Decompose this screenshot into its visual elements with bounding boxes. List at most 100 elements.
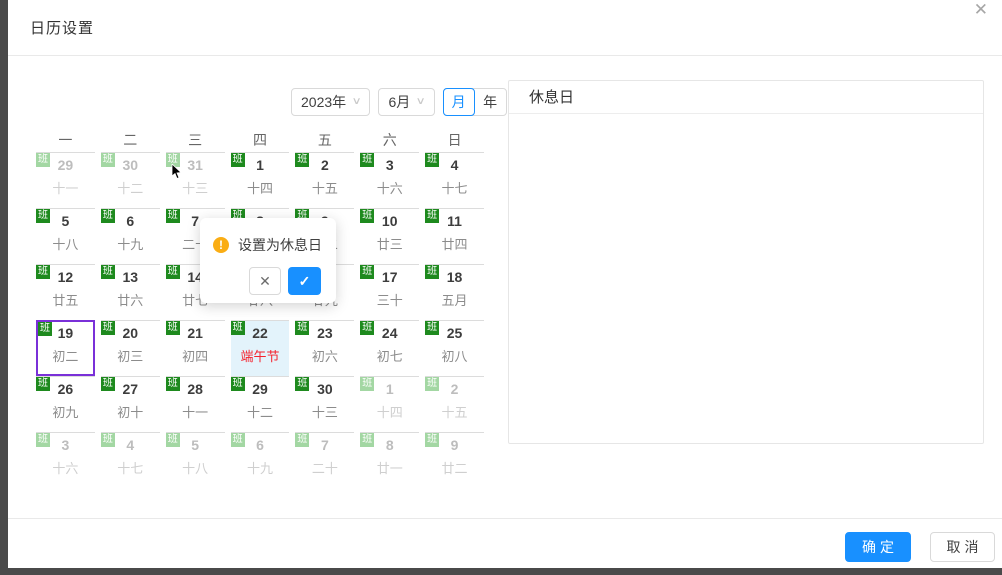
lunar-label: 初七	[360, 346, 419, 365]
close-icon[interactable]: ✕	[974, 0, 988, 20]
lunar-label: 初九	[36, 402, 95, 421]
calendar-day-cell[interactable]: 班28十一	[166, 376, 225, 432]
calendar-day-cell[interactable]: 班1十四	[231, 152, 290, 208]
calendar-day-cell[interactable]: 班5十八	[36, 208, 95, 264]
calendar-day-cell[interactable]: 班6十九	[101, 208, 160, 264]
workday-badge: 班	[101, 209, 115, 223]
workday-badge: 班	[231, 153, 245, 167]
popconfirm-confirm-button[interactable]: ✓	[288, 267, 321, 295]
calendar-day-cell[interactable]: 班19初二	[36, 320, 95, 376]
lunar-label: 十二	[101, 178, 160, 197]
popconfirm-buttons: ✕ ✓	[200, 255, 336, 295]
lunar-label: 十六	[36, 458, 95, 477]
calendar-day-cell[interactable]: 班29十一	[36, 152, 95, 208]
calendar-day-cell[interactable]: 班1十四	[360, 376, 419, 432]
year-select[interactable]: 2023年 ∨	[291, 88, 370, 116]
popconfirm-message: 设置为休息日	[238, 235, 322, 255]
calendar-day-cell[interactable]: 班24初七	[360, 320, 419, 376]
calendar-day-cell[interactable]: 班2十五	[295, 152, 354, 208]
weekday-header: 五	[292, 130, 357, 152]
calendar-day-cell[interactable]: 班13廿六	[101, 264, 160, 320]
calendar-day-cell[interactable]: 班31十三	[166, 152, 225, 208]
workday-badge: 班	[425, 433, 439, 447]
warning-icon: !	[213, 237, 229, 253]
calendar-day-cell[interactable]: 班30十三	[295, 376, 354, 432]
calendar-day-cell[interactable]: 班21初四	[166, 320, 225, 376]
calendar-controls: 2023年 ∨ 6月 ∨ 月 年	[291, 88, 507, 116]
calendar-day-cell[interactable]: 班30十二	[101, 152, 160, 208]
confirm-button[interactable]: 确定	[845, 532, 911, 562]
lunar-label: 十二	[231, 402, 290, 421]
calendar-day-cell[interactable]: 班2十五	[425, 376, 484, 432]
lunar-label: 十五	[295, 178, 354, 197]
workday-badge: 班	[36, 209, 50, 223]
workday-badge: 班	[360, 265, 374, 279]
lunar-label: 廿一	[360, 458, 419, 477]
workday-badge: 班	[166, 321, 180, 335]
calendar-day-cell[interactable]: 班27初十	[101, 376, 160, 432]
workday-badge: 班	[101, 433, 115, 447]
lunar-label: 十三	[295, 402, 354, 421]
view-year-button[interactable]: 年	[475, 89, 506, 115]
calendar-day-cell[interactable]: 班23初六	[295, 320, 354, 376]
workday-badge: 班	[231, 377, 245, 391]
calendar-day-cell[interactable]: 班20初三	[101, 320, 160, 376]
lunar-label: 十一	[36, 178, 95, 197]
calendar-day-cell[interactable]: 班12廿五	[36, 264, 95, 320]
calendar-day-cell[interactable]: 班4十七	[425, 152, 484, 208]
calendar-day-cell[interactable]: 班22端午节	[231, 320, 290, 376]
workday-badge: 班	[295, 153, 309, 167]
cancel-button[interactable]: 取消	[930, 532, 995, 562]
weekday-header: 日	[422, 130, 487, 152]
lunar-label: 廿三	[360, 234, 419, 253]
lunar-label: 十九	[231, 458, 290, 477]
lunar-label: 十四	[360, 402, 419, 421]
workday-badge: 班	[36, 153, 50, 167]
lunar-label: 廿六	[101, 290, 160, 309]
lunar-label: 十六	[360, 178, 419, 197]
lunar-label: 二十	[295, 458, 354, 477]
calendar-day-cell[interactable]: 班7二十	[295, 432, 354, 488]
workday-badge: 班	[38, 322, 52, 336]
workday-badge: 班	[101, 377, 115, 391]
workday-badge: 班	[425, 209, 439, 223]
calendar-day-cell[interactable]: 班26初九	[36, 376, 95, 432]
set-restday-popconfirm: ! 设置为休息日 ✕ ✓	[200, 218, 336, 303]
calendar-day-cell[interactable]: 班10廿三	[360, 208, 419, 264]
calendar-day-cell[interactable]: 班25初八	[425, 320, 484, 376]
lunar-label: 廿五	[36, 290, 95, 309]
calendar-day-cell[interactable]: 班6十九	[231, 432, 290, 488]
calendar-day-cell[interactable]: 班18五月	[425, 264, 484, 320]
calendar-day-cell[interactable]: 班9廿二	[425, 432, 484, 488]
calendar-day-cell[interactable]: 班29十二	[231, 376, 290, 432]
workday-badge: 班	[360, 153, 374, 167]
calendar-day-cell[interactable]: 班3十六	[360, 152, 419, 208]
workday-badge: 班	[231, 433, 245, 447]
calendar-day-cell[interactable]: 班4十七	[101, 432, 160, 488]
lunar-label: 廿四	[425, 234, 484, 253]
calendar-day-cell[interactable]: 班3十六	[36, 432, 95, 488]
calendar-day-cell[interactable]: 班8廿一	[360, 432, 419, 488]
view-month-button[interactable]: 月	[443, 88, 475, 116]
calendar-day-cell[interactable]: 班5十八	[166, 432, 225, 488]
month-select[interactable]: 6月 ∨	[378, 88, 434, 116]
calendar-week-row: 班29十一班30十二班31十三班1十四班2十五班3十六班4十七	[33, 152, 487, 208]
chevron-down-icon: ∨	[416, 97, 426, 107]
lunar-label: 五月	[425, 290, 484, 309]
popconfirm-cancel-button[interactable]: ✕	[249, 267, 281, 295]
calendar-weeks: 班29十一班30十二班31十三班1十四班2十五班3十六班4十七班5十八班6十九班…	[33, 152, 487, 488]
calendar-day-cell[interactable]: 班17三十	[360, 264, 419, 320]
calendar-week-row: 班26初九班27初十班28十一班29十二班30十三班1十四班2十五	[33, 376, 487, 432]
workday-badge: 班	[166, 433, 180, 447]
calendar-day-cell[interactable]: 班11廿四	[425, 208, 484, 264]
calendar-settings-dialog: 日历设置 ✕ 2023年 ∨ 6月 ∨ 月 年 一二三四五六日 班29十一班30…	[8, 0, 1002, 568]
month-select-value: 6月	[388, 92, 410, 112]
weekday-header-row: 一二三四五六日	[33, 130, 487, 152]
weekday-header: 二	[98, 130, 163, 152]
workday-badge: 班	[295, 433, 309, 447]
workday-badge: 班	[166, 209, 180, 223]
rest-days-panel: 休息日	[508, 80, 984, 444]
lunar-label: 初十	[101, 402, 160, 421]
workday-badge: 班	[166, 153, 180, 167]
lunar-label: 廿二	[425, 458, 484, 477]
